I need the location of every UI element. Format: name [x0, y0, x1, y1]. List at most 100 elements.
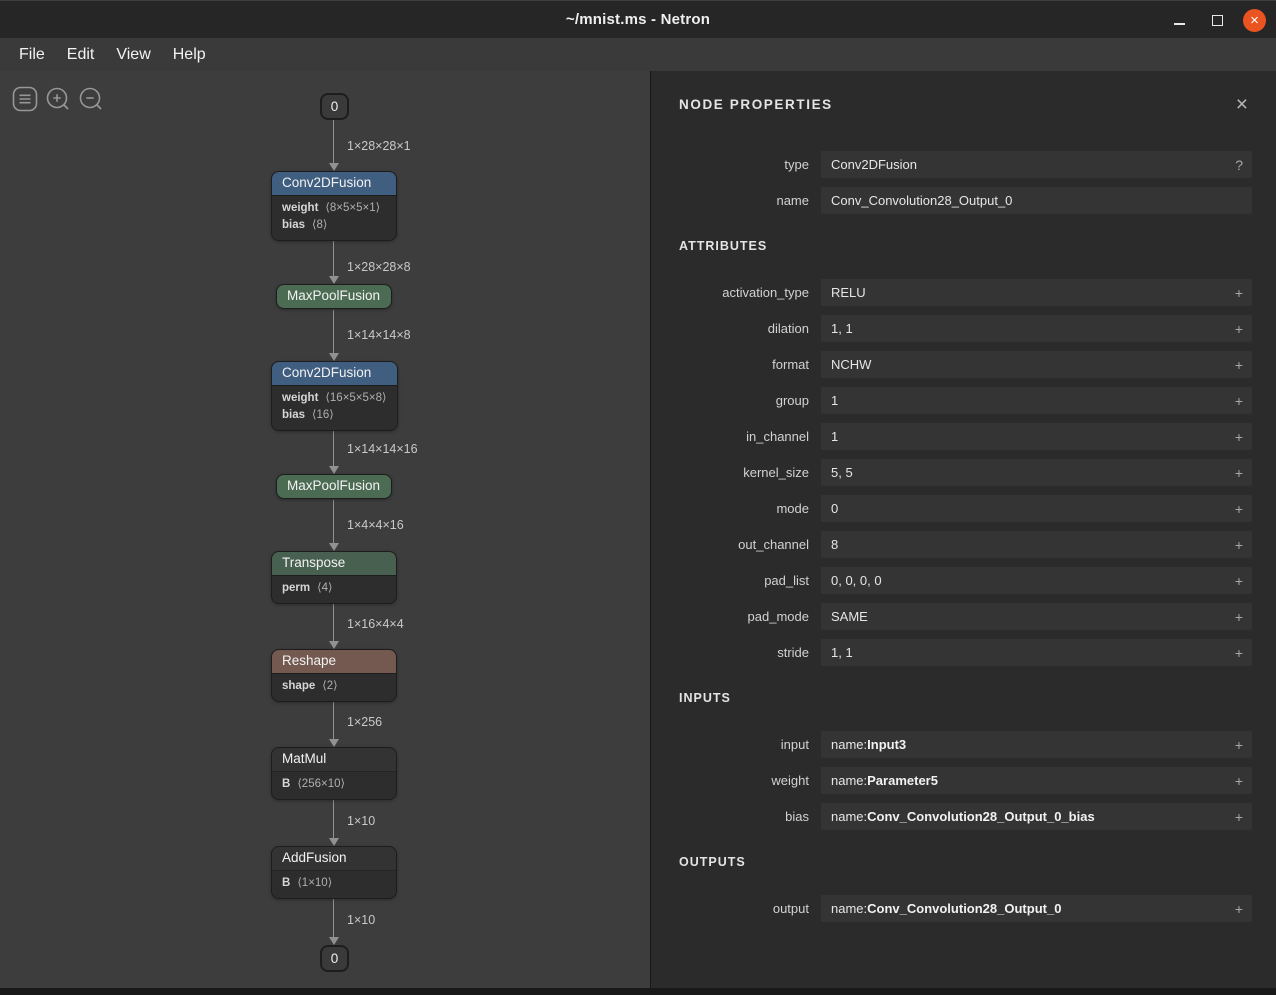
expand-icon[interactable]: + [1235, 285, 1243, 301]
edge-arrowhead-icon [329, 838, 339, 846]
property-value-field[interactable]: 0, 0, 0, 0+ [821, 567, 1252, 594]
expand-icon[interactable]: + [1235, 429, 1243, 445]
minimize-button[interactable] [1167, 8, 1191, 32]
expand-icon[interactable]: + [1235, 573, 1243, 589]
property-value-field[interactable]: 1+ [821, 423, 1252, 450]
menu-item-view[interactable]: View [105, 42, 161, 68]
node-attribute-name: shape [282, 680, 315, 692]
property-row-stride: stride 1, 1+ [677, 639, 1252, 666]
graph-area[interactable]: 1×28×28×11×28×28×81×14×14×81×14×14×161×4… [0, 71, 651, 995]
value-name: Parameter5 [867, 773, 938, 788]
graph-canvas: 1×28×28×11×28×28×81×14×14×81×14×14×161×4… [0, 71, 650, 995]
menu-item-help[interactable]: Help [162, 42, 217, 68]
edge-line [333, 794, 334, 839]
node-attribute-name: weight [282, 202, 318, 214]
expand-icon[interactable]: + [1235, 465, 1243, 481]
menu-item-file[interactable]: File [8, 42, 56, 68]
edge-shape-label: 1×14×14×8 [347, 328, 411, 342]
expand-icon[interactable]: + [1235, 609, 1243, 625]
expand-icon[interactable]: + [1235, 737, 1243, 753]
graph-node-conv2dfusion[interactable]: Conv2DFusionweight⟨8×5×5×1⟩bias⟨8⟩ [271, 171, 397, 241]
graph-node-maxpoolfusion[interactable]: MaxPoolFusion [276, 474, 392, 499]
property-value-field[interactable]: 5, 5 + [821, 459, 1252, 486]
zoom-out-button[interactable] [78, 86, 104, 112]
graph-node-conv2dfusion[interactable]: Conv2DFusionweight⟨16×5×5×8⟩bias⟨16⟩ [271, 361, 398, 431]
graph-node-transpose[interactable]: Transposeperm⟨4⟩ [271, 551, 397, 604]
property-value-field[interactable]: Conv2DFusion? [821, 151, 1252, 178]
expand-icon[interactable]: + [1235, 393, 1243, 409]
property-value-field[interactable]: name: Input3 + [821, 731, 1252, 758]
expand-icon[interactable]: + [1235, 809, 1243, 825]
value-text: Conv2DFusion [831, 157, 917, 172]
expand-icon[interactable]: + [1235, 645, 1243, 661]
edge-shape-label: 1×4×4×16 [347, 518, 404, 532]
property-row-weight: weightname: Parameter5+ [677, 767, 1252, 794]
property-value-field[interactable]: 1, 1+ [821, 639, 1252, 666]
expand-icon[interactable]: + [1235, 501, 1243, 517]
graph-node-maxpoolfusion[interactable]: MaxPoolFusion [276, 284, 392, 309]
property-label: bias [677, 809, 809, 824]
io-node-label: 0 [331, 951, 339, 966]
edge-line [333, 697, 334, 740]
node-attribute-name: B [282, 778, 290, 790]
property-row-mode: mode 0+ [677, 495, 1252, 522]
property-value-field[interactable]: 0+ [821, 495, 1252, 522]
edge-shape-label: 1×10 [347, 913, 375, 927]
property-value-field[interactable]: 8+ [821, 531, 1252, 558]
value-name: Conv_Convolution28_Output_0_bias [867, 809, 1095, 824]
value-prefix: name: [831, 737, 867, 752]
maximize-button[interactable] [1205, 8, 1229, 32]
zoom-in-button[interactable] [45, 86, 71, 112]
title-bar: ~/mnist.ms - Netron × [0, 0, 1276, 38]
menu-bar: FileEditViewHelp [0, 38, 1276, 71]
edge-arrowhead-icon [329, 163, 339, 171]
graph-node-addfusion[interactable]: AddFusionB⟨1×10⟩ [271, 846, 397, 899]
edge-line [333, 120, 334, 164]
edge-line [333, 893, 334, 938]
panel-close-button[interactable]: × [1236, 97, 1248, 113]
property-value-field[interactable]: SAME+ [821, 603, 1252, 630]
expand-icon[interactable]: + [1235, 321, 1243, 337]
panel-title: NODE PROPERTIES [677, 97, 833, 112]
property-value-field[interactable]: name: Conv_Convolution28_Output_0_bias+ [821, 803, 1252, 830]
node-attribute-row: bias⟨8⟩ [282, 217, 386, 234]
window-controls: × [1167, 1, 1266, 39]
help-icon[interactable]: ? [1235, 157, 1243, 173]
value-text: 8 [831, 537, 838, 552]
property-value-field[interactable]: NCHW+ [821, 351, 1252, 378]
property-label: activation_type [677, 285, 809, 300]
graph-node-reshape[interactable]: Reshapeshape⟨2⟩ [271, 649, 397, 702]
property-value-field[interactable]: Conv_Convolution28_Output_0 [821, 187, 1252, 214]
property-value-field[interactable]: RELU+ [821, 279, 1252, 306]
graph-io-node[interactable]: 0 [320, 93, 349, 120]
graph-io-node[interactable]: 0 [320, 945, 349, 972]
graph-node-matmul[interactable]: MatMulB⟨256×10⟩ [271, 747, 397, 800]
property-label: mode [677, 501, 809, 516]
value-text: 1 [831, 429, 838, 444]
node-attributes: B⟨1×10⟩ [272, 871, 396, 898]
property-value-field[interactable]: name: Conv_Convolution28_Output_0+ [821, 895, 1252, 922]
value-text: 5, 5 [831, 465, 853, 480]
node-attribute-name: bias [282, 409, 305, 421]
property-value-field[interactable]: 1+ [821, 387, 1252, 414]
node-type-header: Conv2DFusion [272, 362, 397, 385]
node-attribute-row: B⟨1×10⟩ [282, 875, 386, 892]
model-properties-button[interactable] [12, 86, 38, 112]
property-value-field[interactable]: name: Parameter5+ [821, 767, 1252, 794]
edge-shape-label: 1×16×4×4 [347, 617, 404, 631]
expand-icon[interactable]: + [1235, 537, 1243, 553]
node-type-header: MaxPoolFusion [277, 285, 391, 308]
panel-section-attributes: ATTRIBUTESactivation_typeRELU+dilation1,… [677, 239, 1252, 666]
section-title: OUTPUTS [679, 855, 1252, 869]
value-name: Input3 [867, 737, 906, 752]
close-button[interactable]: × [1243, 9, 1266, 32]
node-attributes: perm⟨4⟩ [272, 575, 396, 603]
menu-item-edit[interactable]: Edit [56, 42, 106, 68]
expand-icon[interactable]: + [1235, 357, 1243, 373]
node-attribute-name: weight [282, 392, 318, 404]
expand-icon[interactable]: + [1235, 901, 1243, 917]
property-label: kernel_size [677, 465, 809, 480]
property-label: stride [677, 645, 809, 660]
property-value-field[interactable]: 1, 1+ [821, 315, 1252, 342]
expand-icon[interactable]: + [1235, 773, 1243, 789]
